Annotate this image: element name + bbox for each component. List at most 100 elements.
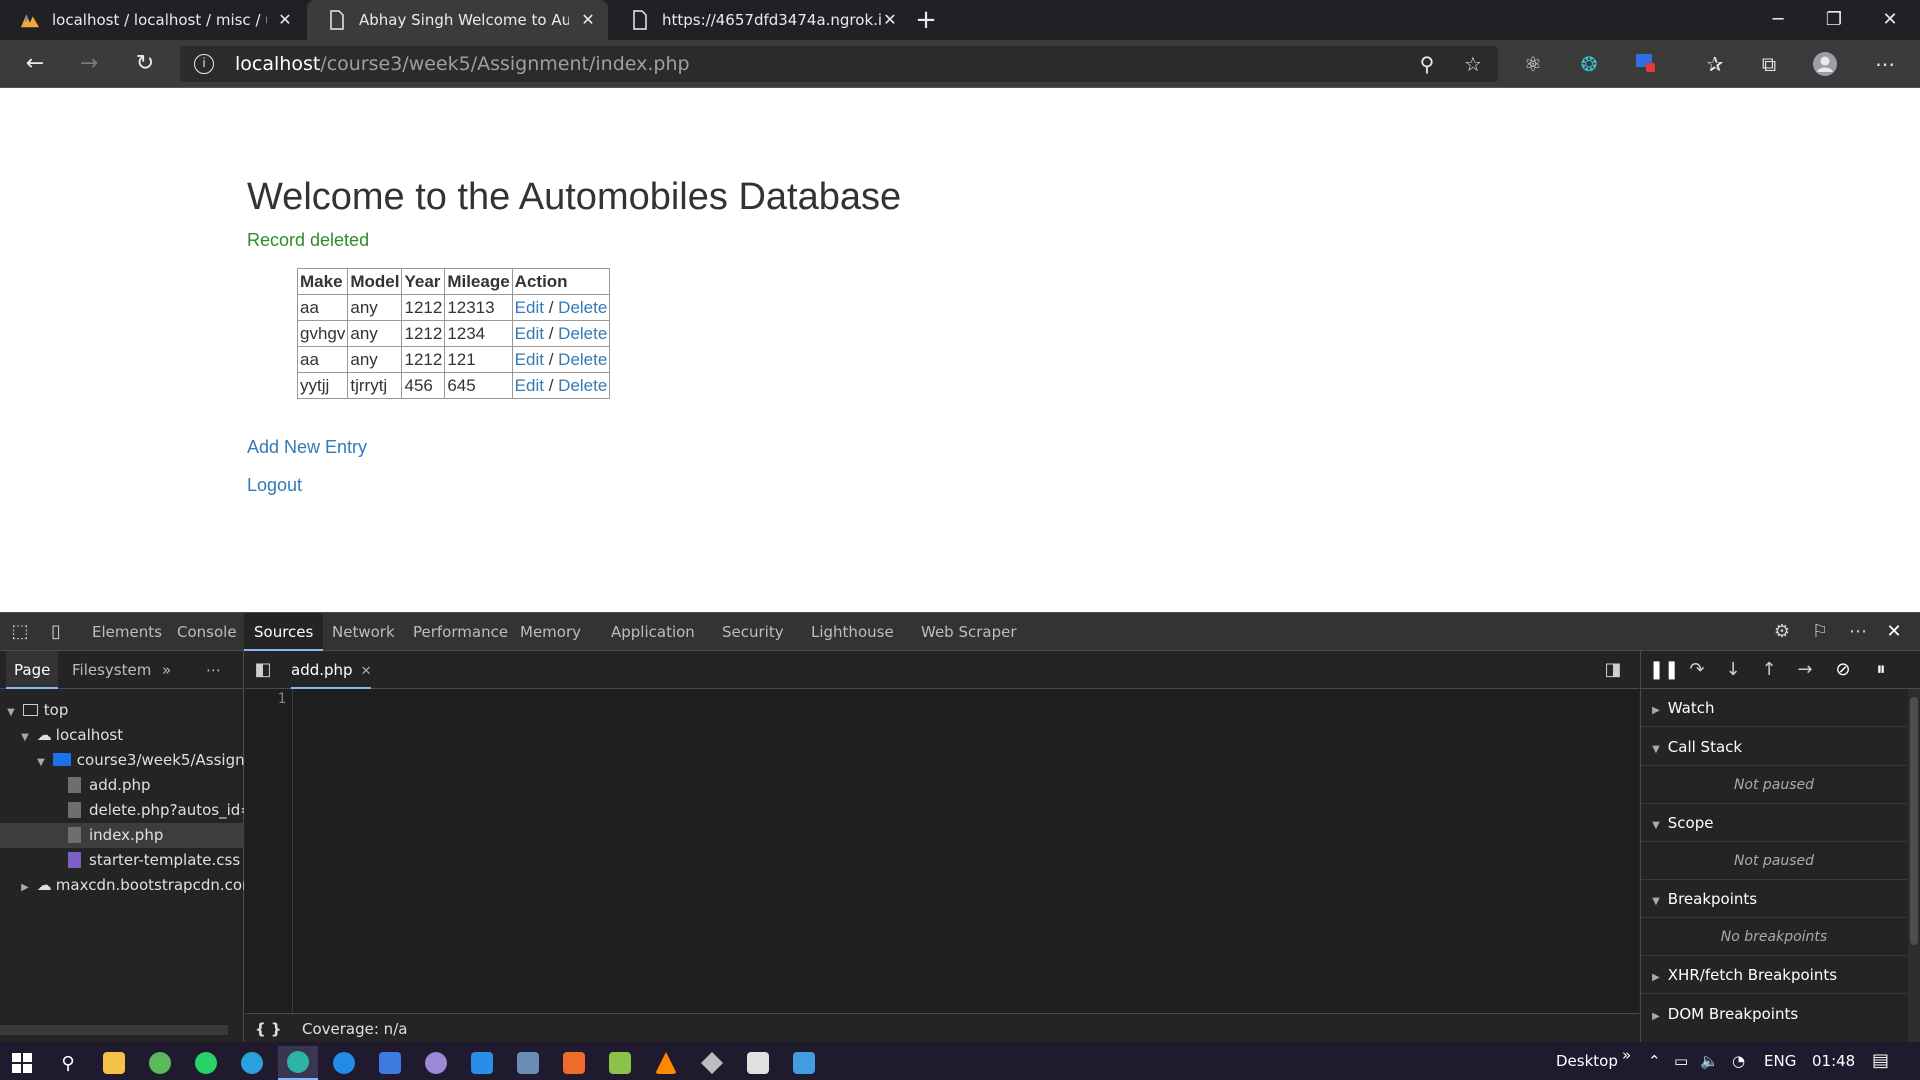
edge-icon[interactable] <box>324 1046 364 1080</box>
tray-up-arrow-icon[interactable]: ⌃ <box>1648 1042 1661 1080</box>
settings-gear-icon[interactable]: ⚙ <box>1770 620 1794 644</box>
tab-web-scraper[interactable]: Web Scraper <box>921 613 1017 651</box>
tree-item-file-selected[interactable]: index.php <box>0 823 244 848</box>
tab-phpmyadmin[interactable]: localhost / localhost / misc / users ✕ <box>0 0 305 40</box>
pause-icon[interactable]: ❚❚ <box>1649 658 1679 682</box>
star-icon[interactable]: ☆ <box>1460 51 1486 77</box>
add-new-entry-link[interactable]: Add New Entry <box>247 437 367 458</box>
language-indicator[interactable]: ENG <box>1764 1042 1796 1080</box>
code-area[interactable] <box>295 689 1639 1013</box>
app-icon[interactable] <box>370 1046 410 1080</box>
section-scope[interactable]: ▼ Scope <box>1641 804 1907 842</box>
tree-item-file[interactable]: starter-template.css <box>0 848 244 873</box>
windows-start-icon[interactable] <box>2 1046 42 1080</box>
logout-link[interactable]: Logout <box>247 475 302 496</box>
wifi-icon[interactable]: ◔ <box>1732 1042 1745 1080</box>
zoom-key-icon[interactable]: ⚲ <box>1414 51 1440 77</box>
xampp-icon[interactable] <box>554 1046 594 1080</box>
notepad-plus-icon[interactable] <box>600 1046 640 1080</box>
inspect-element-icon[interactable]: ⬚ <box>8 620 32 644</box>
feedback-icon[interactable]: ⚐ <box>1808 620 1832 644</box>
tab-elements[interactable]: Elements <box>92 613 162 651</box>
tab-security[interactable]: Security <box>722 613 784 651</box>
tree-item-folder[interactable]: ▼ course3/week5/Assignment <box>0 748 244 773</box>
section-xhr-breakpoints[interactable]: ▶ XHR/fetch Breakpoints <box>1641 956 1907 994</box>
step-over-icon[interactable]: ↷ <box>1685 658 1709 682</box>
reload-icon[interactable]: ↻ <box>130 49 160 79</box>
notifications-icon[interactable]: ▤ <box>1872 1042 1889 1080</box>
address-bar[interactable]: i localhost/course3/week5/Assignment/ind… <box>180 46 1498 82</box>
favorites-icon[interactable]: ✰ <box>1702 51 1728 77</box>
navigator-scrollbar[interactable] <box>0 1025 228 1035</box>
tab-application[interactable]: Application <box>611 613 695 651</box>
section-watch[interactable]: ▶ Watch <box>1641 689 1907 727</box>
delete-link[interactable]: Delete <box>558 376 607 395</box>
telegram-icon[interactable] <box>232 1046 272 1080</box>
tree-item-file[interactable]: add.php <box>0 773 244 798</box>
more-tabs-chevron-icon[interactable]: » <box>162 651 171 689</box>
step-out-icon[interactable]: ↑ <box>1757 658 1781 682</box>
tab-ngrok[interactable]: https://4657dfd3474a.ngrok.io/course3 ✕ <box>610 0 910 40</box>
more-menu-icon[interactable]: ⋯ <box>1872 51 1898 77</box>
tree-item-localhost[interactable]: ▼ ☁ localhost <box>0 723 244 748</box>
delete-link[interactable]: Delete <box>558 350 607 369</box>
toolbar-chevron-icon[interactable]: » <box>1622 1036 1631 1074</box>
edit-link[interactable]: Edit <box>515 324 544 343</box>
extension-icon[interactable]: ❂ <box>1576 51 1602 77</box>
desktop-toolbar-label[interactable]: Desktop <box>1556 1042 1618 1080</box>
volume-icon[interactable]: 🔈 <box>1700 1042 1719 1080</box>
tab-network[interactable]: Network <box>332 613 395 651</box>
edit-link[interactable]: Edit <box>515 350 544 369</box>
navigator-menu-icon[interactable]: ⋯ <box>206 651 221 689</box>
edit-link[interactable]: Edit <box>515 376 544 395</box>
close-icon[interactable]: ✕ <box>880 10 900 30</box>
step-icon[interactable]: → <box>1793 658 1817 682</box>
vlc-icon[interactable] <box>646 1046 686 1080</box>
tab-sources[interactable]: Sources <box>244 613 324 651</box>
tab-performance[interactable]: Performance <box>413 613 508 651</box>
address-url[interactable]: localhost/course3/week5/Assignment/index… <box>235 53 690 75</box>
scrollbar-thumb[interactable] <box>1910 697 1918 945</box>
section-dom-breakpoints[interactable]: ▶ DOM Breakpoints <box>1641 995 1907 1033</box>
toggle-debugger-icon[interactable]: ◨ <box>1601 658 1625 682</box>
whatsapp-icon[interactable] <box>186 1046 226 1080</box>
section-call-stack[interactable]: ▼ Call Stack <box>1641 728 1907 766</box>
github-desktop-icon[interactable] <box>416 1046 456 1080</box>
search-icon[interactable]: ⚲ <box>48 1046 88 1080</box>
tab-autos-database[interactable]: Abhay Singh Welcome to Autos Database ✕ <box>307 0 608 40</box>
pretty-print-braces-icon[interactable]: { } <box>255 1014 282 1044</box>
new-tab-plus-icon[interactable]: + <box>912 6 940 34</box>
screen-extension-icon[interactable] <box>1632 51 1658 77</box>
file-explorer-icon[interactable] <box>94 1046 134 1080</box>
deactivate-breakpoints-icon[interactable]: ⊘ <box>1831 658 1855 682</box>
edge-beta-icon[interactable] <box>278 1046 318 1080</box>
delete-link[interactable]: Delete <box>558 298 607 317</box>
tab-filesystem[interactable]: Filesystem <box>72 651 151 689</box>
forward-arrow-icon[interactable]: → <box>74 49 104 79</box>
photos-icon[interactable] <box>508 1046 548 1080</box>
profile-avatar-icon[interactable] <box>1812 51 1838 77</box>
tab-console[interactable]: Console <box>177 613 237 651</box>
edit-link[interactable]: Edit <box>515 298 544 317</box>
tree-item-file[interactable]: delete.php?autos_id=3 <box>0 798 244 823</box>
tab-page[interactable]: Page <box>6 651 59 689</box>
clock[interactable]: 01:48 <box>1812 1042 1855 1080</box>
site-info-icon[interactable]: i <box>194 54 214 74</box>
window-close-icon[interactable]: ✕ <box>1862 0 1918 40</box>
close-devtools-icon[interactable]: ✕ <box>1882 620 1906 644</box>
editor-tab-add-php[interactable]: add.php ✕ <box>291 651 372 689</box>
tab-memory[interactable]: Memory <box>520 613 581 651</box>
tree-item-top[interactable]: ▼ top <box>0 698 244 723</box>
close-icon[interactable]: ✕ <box>275 10 295 30</box>
tab-lighthouse[interactable]: Lighthouse <box>811 613 894 651</box>
paint-icon[interactable] <box>784 1046 824 1080</box>
app-window-icon[interactable] <box>738 1046 778 1080</box>
delete-link[interactable]: Delete <box>558 324 607 343</box>
toggle-navigator-icon[interactable]: ◧ <box>251 658 275 682</box>
step-into-icon[interactable]: ↓ <box>1721 658 1745 682</box>
tree-item-cdn[interactable]: ▶ ☁ maxcdn.bootstrapcdn.com <box>0 873 244 898</box>
minimize-icon[interactable]: ─ <box>1750 0 1806 40</box>
close-icon[interactable]: ✕ <box>361 664 372 679</box>
utorrent-icon[interactable] <box>140 1046 180 1080</box>
device-toolbar-icon[interactable]: ▯ <box>44 620 68 644</box>
